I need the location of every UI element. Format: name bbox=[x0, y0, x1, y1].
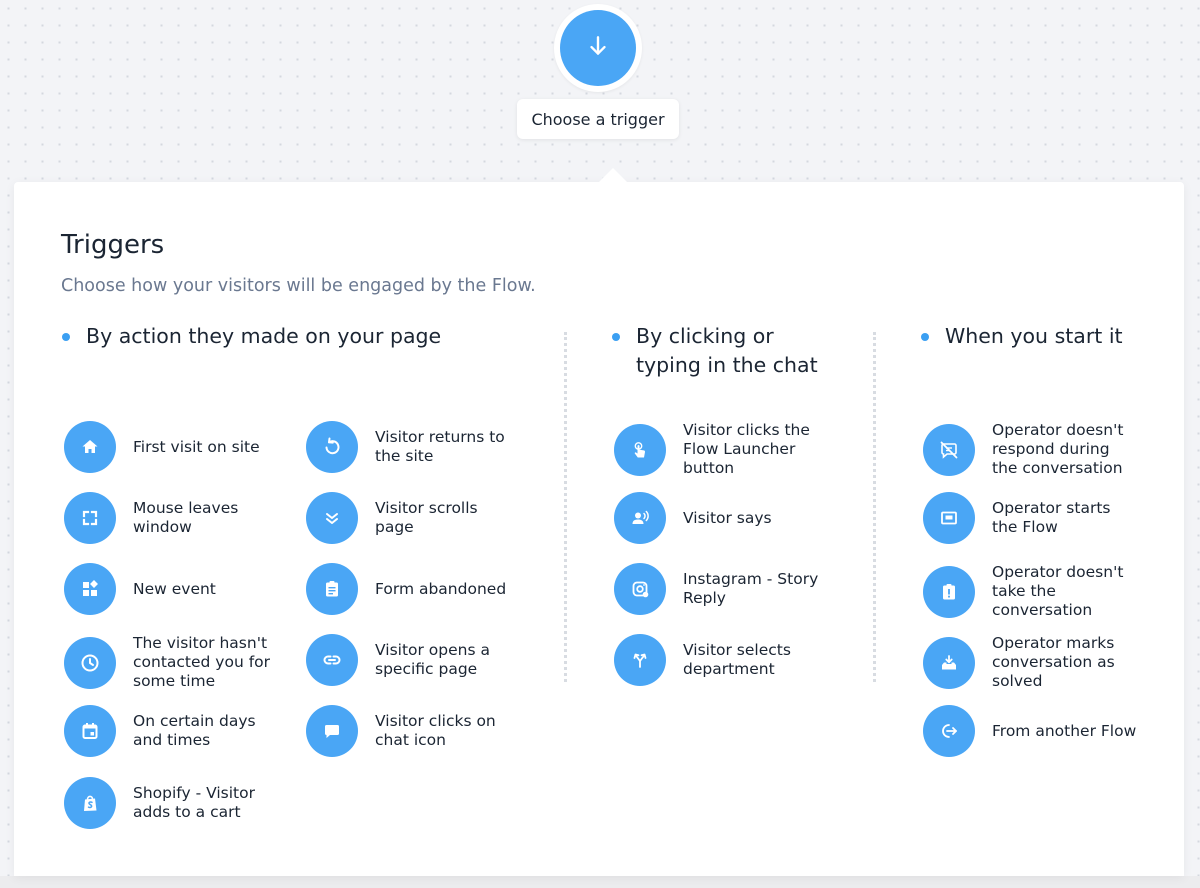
trigger-label: Visitor scrolls page bbox=[375, 499, 478, 536]
trigger-visitor-returns[interactable]: Visitor returns to the site bbox=[306, 421, 505, 473]
trigger-chat-icon-click[interactable]: Visitor clicks on chat icon bbox=[306, 705, 496, 757]
trigger-no-contact[interactable]: The visitor hasn't contacted you for som… bbox=[64, 634, 270, 691]
section-heading-chat-actions: By clicking or typing in the chat bbox=[612, 322, 818, 380]
section-heading-operator-actions: When you start it bbox=[921, 322, 1123, 351]
trigger-label: Operator doesn't respond during the conv… bbox=[992, 421, 1124, 477]
widgets-icon bbox=[64, 563, 116, 615]
alert-clipboard-icon bbox=[923, 565, 975, 618]
trigger-days-times[interactable]: On certain days and times bbox=[64, 705, 256, 757]
trigger-operator-no-take[interactable]: Operator doesn't take the conversation bbox=[923, 563, 1123, 620]
link-icon bbox=[306, 634, 358, 686]
trigger-operator-starts[interactable]: Operator starts the Flow bbox=[923, 492, 1110, 544]
triggers-panel: Triggers Choose how your visitors will b… bbox=[14, 168, 1184, 876]
merge-arrows-icon bbox=[614, 634, 666, 686]
trigger-label: From another Flow bbox=[992, 721, 1137, 740]
trigger-form-abandoned[interactable]: Form abandoned bbox=[306, 563, 506, 615]
trigger-first-visit[interactable]: First visit on site bbox=[64, 421, 260, 473]
panel-title: Triggers bbox=[61, 230, 165, 260]
touch-icon bbox=[614, 423, 666, 476]
trigger-visitor-says[interactable]: Visitor says bbox=[614, 492, 772, 544]
instagram-icon bbox=[614, 563, 666, 615]
calendar-icon bbox=[64, 705, 116, 757]
trigger-label: Operator starts the Flow bbox=[992, 499, 1111, 536]
arrow-down-icon bbox=[585, 33, 611, 63]
choose-trigger-label[interactable]: Choose a trigger bbox=[517, 99, 679, 139]
window-icon bbox=[923, 492, 975, 544]
trigger-label: Visitor returns to the site bbox=[375, 428, 505, 465]
trigger-label: Visitor opens a specific page bbox=[375, 641, 490, 678]
trigger-select-department[interactable]: Visitor selects department bbox=[614, 634, 791, 686]
chat-off-icon bbox=[923, 423, 975, 476]
trigger-node bbox=[554, 4, 642, 92]
trigger-instagram-reply[interactable]: Instagram - Story Reply bbox=[614, 563, 818, 615]
panel-pointer bbox=[597, 168, 629, 184]
trigger-label: Visitor clicks the Flow Launcher button bbox=[683, 421, 810, 477]
tray-download-icon bbox=[923, 636, 975, 689]
panel-subtitle: Choose how your visitors will be engaged… bbox=[61, 276, 536, 296]
trigger-label: Operator marks conversation as solved bbox=[992, 634, 1115, 690]
trigger-label: Visitor selects department bbox=[683, 641, 791, 678]
clipboard-icon bbox=[306, 563, 358, 615]
trigger-operator-solved[interactable]: Operator marks conversation as solved bbox=[923, 634, 1115, 691]
trigger-label: Instagram - Story Reply bbox=[683, 570, 819, 607]
section-divider bbox=[873, 332, 876, 682]
trigger-opens-page[interactable]: Visitor opens a specific page bbox=[306, 634, 490, 686]
trigger-label: Visitor clicks on chat icon bbox=[375, 712, 496, 749]
exit-arrow-icon bbox=[923, 705, 975, 757]
bottom-strip bbox=[0, 876, 1200, 888]
clock-icon bbox=[64, 636, 116, 689]
trigger-label: Visitor says bbox=[683, 508, 772, 527]
trigger-label: On certain days and times bbox=[133, 712, 256, 749]
trigger-label: Mouse leaves window bbox=[133, 499, 239, 536]
choose-trigger-button[interactable] bbox=[560, 10, 636, 86]
section-heading-page-actions: By action they made on your page bbox=[62, 322, 441, 351]
section-divider bbox=[564, 332, 567, 682]
trigger-label: First visit on site bbox=[133, 437, 260, 456]
trigger-visitor-scrolls[interactable]: Visitor scrolls page bbox=[306, 492, 478, 544]
trigger-label: Operator doesn't take the conversation bbox=[992, 563, 1124, 619]
trigger-label: New event bbox=[133, 579, 216, 598]
fullscreen-icon bbox=[64, 492, 116, 544]
home-icon bbox=[64, 421, 116, 473]
trigger-label: Form abandoned bbox=[375, 579, 507, 598]
trigger-flow-launcher[interactable]: Visitor clicks the Flow Launcher button bbox=[614, 421, 810, 478]
trigger-new-event[interactable]: New event bbox=[64, 563, 216, 615]
double-chevron-down-icon bbox=[306, 492, 358, 544]
trigger-label: Shopify - Visitor adds to a cart bbox=[133, 784, 255, 821]
chat-bubble-icon bbox=[306, 705, 358, 757]
return-arrow-icon bbox=[306, 421, 358, 473]
trigger-label: The visitor hasn't contacted you for som… bbox=[133, 634, 271, 690]
trigger-operator-no-response[interactable]: Operator doesn't respond during the conv… bbox=[923, 421, 1123, 478]
trigger-another-flow[interactable]: From another Flow bbox=[923, 705, 1136, 757]
speaking-person-icon bbox=[614, 492, 666, 544]
trigger-shopify-cart[interactable]: Shopify - Visitor adds to a cart bbox=[64, 777, 255, 829]
shopify-bag-icon bbox=[64, 777, 116, 829]
trigger-mouse-leaves[interactable]: Mouse leaves window bbox=[64, 492, 238, 544]
